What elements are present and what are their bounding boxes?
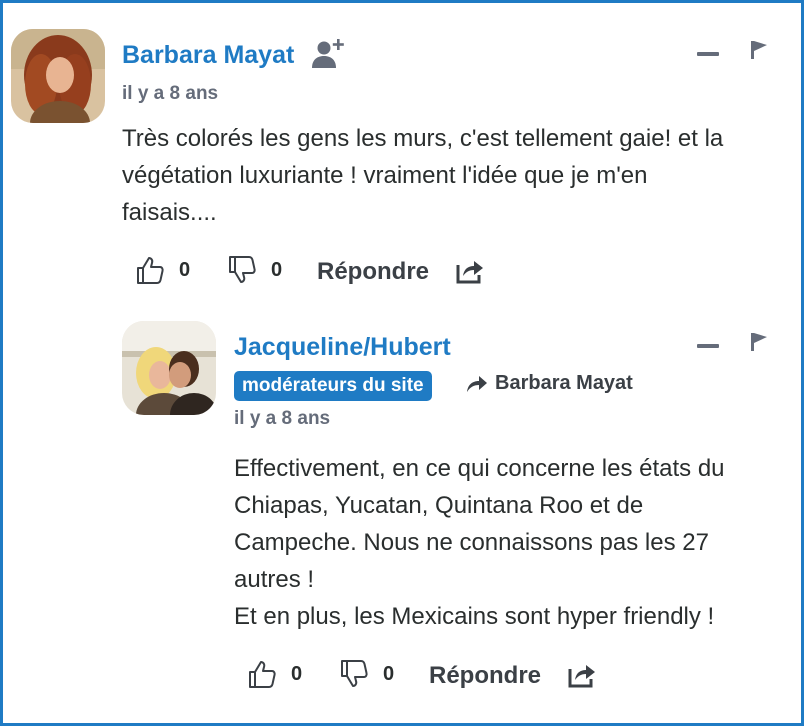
comment-author[interactable]: Barbara Mayat xyxy=(122,41,294,70)
body-line: faisais.... xyxy=(122,199,217,226)
avatar-image xyxy=(122,321,216,415)
collapse-button[interactable] xyxy=(697,52,719,56)
body-line: végétation luxuriante ! vraiment l'idée … xyxy=(122,162,648,189)
downvote-button[interactable]: 0 xyxy=(227,255,282,285)
avatar[interactable] xyxy=(11,29,105,123)
avatar-image xyxy=(11,29,105,123)
comment-body: Très colorés les gens les murs, c'est te… xyxy=(122,120,802,231)
in-reply-to-author: Barbara Mayat xyxy=(495,372,633,394)
upvote-button[interactable]: 0 xyxy=(135,255,190,285)
avatar[interactable] xyxy=(122,321,216,415)
comment-timestamp[interactable]: il y a 8 ans xyxy=(122,83,218,105)
comment-timestamp[interactable]: il y a 8 ans xyxy=(234,408,330,430)
reply-button[interactable]: Répondre xyxy=(429,662,541,690)
share-icon[interactable] xyxy=(455,257,485,290)
upvote-button[interactable]: 0 xyxy=(247,659,302,689)
thumbs-up-icon xyxy=(137,257,164,284)
comment-author[interactable]: Jacqueline/Hubert xyxy=(234,333,451,362)
thumbs-up-icon xyxy=(249,661,276,688)
comments-panel: Barbara Mayat il y a 8 ans Très colorés … xyxy=(0,0,804,726)
reply-arrow-icon xyxy=(467,375,487,392)
upvote-count: 0 xyxy=(179,258,191,281)
comment-body: Effectivement, en ce qui concerne les ét… xyxy=(234,450,799,635)
collapse-button[interactable] xyxy=(697,344,719,348)
thumbs-down-icon xyxy=(229,256,256,283)
in-reply-to-link[interactable]: Barbara Mayat xyxy=(465,372,633,395)
body-line: Chiapas, Yucatan, Quintana Roo et de xyxy=(234,492,644,519)
downvote-count: 0 xyxy=(383,662,395,685)
share-icon[interactable] xyxy=(567,661,597,694)
thumbs-down-icon xyxy=(341,660,368,687)
reply-button[interactable]: Répondre xyxy=(317,258,429,286)
downvote-count: 0 xyxy=(271,258,283,281)
flag-icon[interactable] xyxy=(750,332,768,357)
moderator-badge: modérateurs du site xyxy=(234,371,432,401)
body-line: Très colorés les gens les murs, c'est te… xyxy=(122,125,724,152)
body-line: Et en plus, les Mexicains sont hyper fri… xyxy=(234,603,715,630)
body-line: autres ! xyxy=(234,566,315,593)
body-line: Effectivement, en ce qui concerne les ét… xyxy=(234,455,725,482)
body-line: Campeche. Nous ne connaissons pas les 27 xyxy=(234,529,709,556)
upvote-count: 0 xyxy=(291,662,303,685)
downvote-button[interactable]: 0 xyxy=(339,659,394,689)
follow-user-icon[interactable] xyxy=(311,37,347,76)
flag-icon[interactable] xyxy=(750,40,768,65)
